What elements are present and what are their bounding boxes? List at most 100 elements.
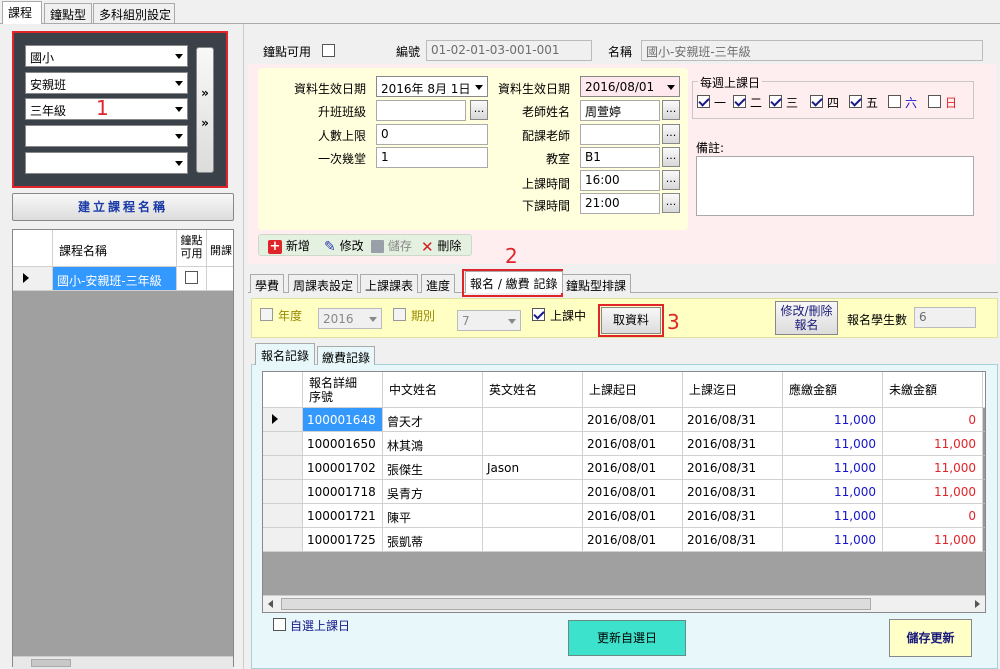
hourly-cell[interactable] <box>177 267 207 291</box>
cname-cell[interactable]: 陳平 <box>383 504 483 528</box>
due-cell[interactable]: 11,000 <box>783 480 883 504</box>
ename-cell[interactable] <box>483 504 583 528</box>
unpaid-cell[interactable]: 0 <box>883 504 983 528</box>
room-lookup-button[interactable]: ... <box>662 147 680 167</box>
column-header[interactable]: 開課 <box>207 230 233 267</box>
row-header[interactable] <box>263 528 303 552</box>
student-count-field[interactable]: 6 <box>914 307 976 328</box>
end-cell[interactable]: 2016/08/31 <box>683 408 783 432</box>
end-cell[interactable]: 2016/08/31 <box>683 456 783 480</box>
row-header[interactable] <box>263 480 303 504</box>
tab-registration-record[interactable]: 報名記錄 <box>255 343 316 365</box>
unpaid-cell[interactable]: 11,000 <box>883 528 983 552</box>
end-cell[interactable]: 2016/08/31 <box>683 528 783 552</box>
day-4-checkbox[interactable] <box>849 95 862 108</box>
start-cell[interactable]: 2016/08/01 <box>583 528 683 552</box>
ename-cell[interactable] <box>483 432 583 456</box>
year-checkbox[interactable] <box>260 308 273 321</box>
filter-5-select[interactable] <box>25 152 188 174</box>
scroll-left-icon[interactable] <box>268 600 273 608</box>
day-0-checkbox[interactable] <box>697 95 710 108</box>
due-cell[interactable]: 11,000 <box>783 408 883 432</box>
due-cell[interactable]: 11,000 <box>783 432 883 456</box>
start-cell[interactable]: 2016/08/01 <box>583 432 683 456</box>
modify-registration-button[interactable]: 修改/刪除報名 <box>775 301 838 335</box>
assist-teacher-field[interactable] <box>580 124 660 145</box>
save-button[interactable]: 儲存 <box>371 237 412 254</box>
due-cell[interactable]: 11,000 <box>783 528 883 552</box>
edit-button[interactable]: ✎ 修改 <box>324 237 364 255</box>
remark-field[interactable] <box>696 156 974 216</box>
day-1-checkbox[interactable] <box>733 95 746 108</box>
filter-4-select[interactable] <box>25 125 188 147</box>
open-cell[interactable] <box>207 267 233 291</box>
column-header[interactable]: 課程名稱 <box>53 230 177 267</box>
column-header[interactable]: 報名詳細 序號 <box>303 372 383 408</box>
overflow-cell[interactable]: 未 <box>983 480 985 504</box>
ename-cell[interactable]: Jason <box>483 456 583 480</box>
eff-date2-picker[interactable]: 2016/08/01 <box>580 76 680 97</box>
start-time-button[interactable]: ... <box>662 170 680 190</box>
tab-course[interactable]: 課程 <box>2 1 42 24</box>
column-header[interactable]: 中文姓名 <box>383 372 483 408</box>
ename-cell[interactable] <box>483 528 583 552</box>
unpaid-cell[interactable]: 11,000 <box>883 456 983 480</box>
due-cell[interactable]: 11,000 <box>783 456 883 480</box>
overflow-cell[interactable]: 未 <box>983 528 985 552</box>
scroll-thumb[interactable] <box>281 598 871 610</box>
term-select[interactable]: 7 <box>457 310 521 331</box>
unpaid-cell[interactable]: 0 <box>883 408 983 432</box>
cname-cell[interactable]: 林其鴻 <box>383 432 483 456</box>
unpaid-cell[interactable]: 11,000 <box>883 480 983 504</box>
course-grid-hscrollbar[interactable] <box>13 656 233 669</box>
name-field[interactable]: 國小-安親班-三年級 <box>641 40 983 61</box>
day-3-checkbox[interactable] <box>810 95 823 108</box>
start-cell[interactable]: 2016/08/01 <box>583 408 683 432</box>
day-2-checkbox[interactable] <box>769 95 782 108</box>
overflow-cell[interactable]: 未 <box>983 456 985 480</box>
room-field[interactable]: B1 <box>580 147 660 168</box>
column-header[interactable]: 上課起日 <box>583 372 683 408</box>
year-select[interactable]: 2016 <box>318 308 382 329</box>
tab-hourly[interactable]: 鐘點型 <box>44 3 92 23</box>
row-header[interactable] <box>263 432 303 456</box>
active-class-checkbox[interactable] <box>532 308 545 321</box>
periods-field[interactable]: 1 <box>376 147 488 168</box>
code-field[interactable]: 01-02-01-03-001-001 <box>426 40 592 61</box>
id-cell[interactable]: 100001650 <box>303 432 383 456</box>
end-time-field[interactable]: 21:00 <box>580 193 660 214</box>
id-cell[interactable]: 100001702 <box>303 456 383 480</box>
course-name-cell[interactable]: 國小-安親班-三年級 <box>53 267 177 291</box>
start-cell[interactable]: 2016/08/01 <box>583 480 683 504</box>
tab-payment-record[interactable]: 繳費記錄 <box>317 346 376 365</box>
tab-hourly-schedule[interactable]: 鐘點型排課 <box>561 274 632 293</box>
scroll-thumb[interactable] <box>31 659 71 667</box>
end-cell[interactable]: 2016/08/31 <box>683 432 783 456</box>
end-cell[interactable]: 2016/08/31 <box>683 504 783 528</box>
id-cell[interactable]: 100001721 <box>303 504 383 528</box>
id-cell[interactable]: 100001648 <box>303 408 383 432</box>
id-cell[interactable]: 100001718 <box>303 480 383 504</box>
due-cell[interactable]: 11,000 <box>783 504 883 528</box>
cname-cell[interactable]: 張傑生 <box>383 456 483 480</box>
tab-tuition[interactable]: 學費 <box>250 274 285 293</box>
end-time-button[interactable]: ... <box>662 193 680 213</box>
overflow-cell[interactable]: 未 <box>983 408 985 432</box>
tab-progress[interactable]: 進度 <box>421 274 456 293</box>
assist-lookup-button[interactable]: ... <box>662 124 680 144</box>
ename-cell[interactable] <box>483 408 583 432</box>
tab-registration-payment[interactable]: 報名 / 繳費 記錄 <box>465 271 563 293</box>
custom-day-checkbox[interactable] <box>273 618 286 631</box>
cname-cell[interactable]: 張凱蒂 <box>383 528 483 552</box>
day-5-checkbox[interactable] <box>888 95 901 108</box>
tab-class-schedule[interactable]: 上課課表 <box>360 274 419 293</box>
column-header[interactable]: 鐘點可用 <box>177 230 207 267</box>
start-cell[interactable]: 2016/08/01 <box>583 504 683 528</box>
cname-cell[interactable]: 吳青方 <box>383 480 483 504</box>
tab-multi-group[interactable]: 多科組別設定 <box>93 3 175 23</box>
build-course-name-button[interactable]: 建立課程名稱 <box>12 193 234 221</box>
hourly-available-checkbox[interactable] <box>322 44 335 57</box>
column-header[interactable]: 應繳金額 <box>783 372 883 408</box>
row-header[interactable] <box>263 504 303 528</box>
column-header[interactable]: 英文姓名 <box>483 372 583 408</box>
